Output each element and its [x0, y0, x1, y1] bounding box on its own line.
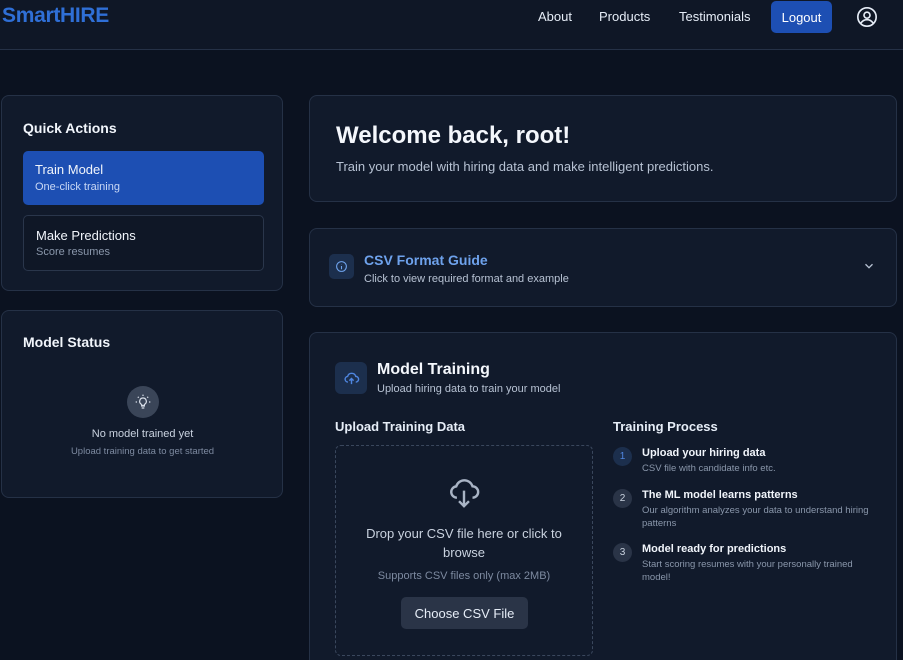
choose-csv-file-button[interactable]: Choose CSV File [401, 597, 528, 629]
nav-products-link[interactable]: Products [599, 9, 650, 24]
training-step-1: 1 Upload your hiring data CSV file with … [613, 447, 873, 477]
step-number: 2 [613, 489, 632, 508]
make-predictions-label: Make Predictions [36, 228, 136, 243]
quick-actions-card: Quick Actions Train Model One-click trai… [1, 95, 283, 291]
train-model-button[interactable]: Train Model One-click training [23, 151, 264, 205]
step-title: Model ready for predictions [642, 543, 787, 555]
upload-training-data-label: Upload Training Data [335, 419, 466, 434]
nav-about-link[interactable]: About [538, 9, 572, 24]
step-title: Upload your hiring data [642, 447, 766, 459]
chevron-down-icon[interactable] [862, 259, 876, 273]
welcome-card: Welcome back, root! Train your model wit… [309, 95, 897, 202]
model-status-title: Model Status [23, 334, 111, 350]
training-process-label: Training Process [613, 419, 718, 434]
step-number: 1 [613, 447, 632, 466]
csv-format-guide-accordion[interactable]: CSV Format Guide Click to view required … [309, 228, 897, 307]
train-model-sublabel: One-click training [35, 181, 120, 193]
step-description: CSV file with candidate info etc. [642, 463, 776, 474]
logout-button[interactable]: Logout [771, 1, 832, 33]
cloud-upload-icon [335, 362, 367, 394]
quick-actions-title: Quick Actions [23, 120, 117, 136]
training-step-3: 3 Model ready for predictions Start scor… [613, 543, 873, 585]
nav-testimonials-link[interactable]: Testimonials [679, 9, 751, 24]
dropzone-text: Drop your CSV file here or click to brow… [366, 526, 562, 560]
csv-guide-subtitle: Click to view required format and exampl… [364, 273, 569, 285]
welcome-title: Welcome back, root! [336, 122, 571, 149]
user-account-icon[interactable] [856, 6, 878, 28]
dropzone-hint: Supports CSV files only (max 2MB) [377, 570, 551, 582]
cloud-download-icon [450, 479, 480, 508]
model-training-card: Model Training Upload hiring data to tra… [309, 332, 897, 660]
make-predictions-sublabel: Score resumes [36, 246, 110, 258]
train-model-label: Train Model [35, 162, 104, 177]
step-description: Start scoring resumes with your personal… [642, 559, 853, 583]
model-status-card: Model Status No model trained yet Upload… [1, 310, 283, 498]
training-step-2: 2 The ML model learns patterns Our algor… [613, 489, 873, 531]
brand-logo[interactable]: SmartHIRE [2, 4, 109, 28]
step-description: Our algorithm analyzes your data to unde… [642, 505, 869, 529]
no-model-hint: Upload training data to get started [70, 446, 215, 457]
no-model-text: No model trained yet [91, 428, 194, 440]
step-title: The ML model learns patterns [642, 489, 798, 501]
info-icon [329, 254, 354, 279]
top-navbar: SmartHIRE About Products Testimonials Lo… [0, 0, 903, 50]
model-training-subtitle: Upload hiring data to train your model [377, 383, 561, 395]
csv-dropzone[interactable]: Drop your CSV file here or click to brow… [335, 445, 593, 656]
welcome-subtitle: Train your model with hiring data and ma… [336, 159, 714, 174]
brand-logo-part2: HIRE [60, 4, 110, 27]
step-number: 3 [613, 543, 632, 562]
brand-logo-part1: Smart [2, 4, 61, 27]
csv-guide-title: CSV Format Guide [364, 252, 488, 268]
make-predictions-button[interactable]: Make Predictions Score resumes [23, 215, 264, 271]
lightbulb-icon [127, 386, 159, 418]
model-training-title: Model Training [377, 361, 490, 378]
